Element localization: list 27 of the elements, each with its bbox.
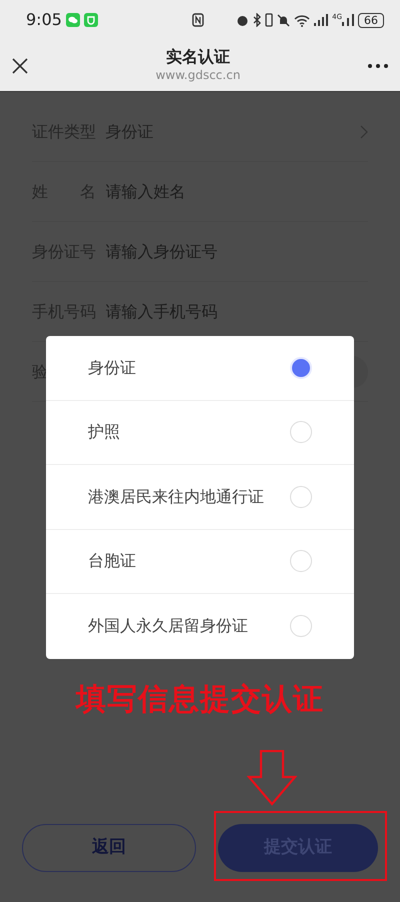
more-icon[interactable] (368, 64, 388, 68)
option-label[interactable]: 护照 (88, 420, 120, 444)
chat-app-icon (66, 13, 80, 27)
radio-button[interactable] (290, 550, 312, 572)
radio-button[interactable] (290, 486, 312, 508)
page-url: www.gdscc.cn (156, 67, 240, 84)
close-icon[interactable] (12, 58, 28, 74)
nfc-icon (192, 13, 204, 27)
option-label[interactable]: 身份证 (88, 356, 136, 380)
signal-icon (314, 14, 328, 26)
battery-level: 66 (358, 12, 384, 28)
signal-icon (342, 14, 354, 26)
mute-bell-icon (277, 14, 290, 26)
option-label[interactable]: 港澳居民来往内地通行证 (88, 484, 264, 509)
option-label[interactable]: 台胞证 (88, 549, 136, 574)
wifi-icon (294, 14, 310, 26)
down-arrow-icon (247, 750, 297, 806)
annotation-text: 填写信息提交认证 (74, 681, 325, 719)
radio-button[interactable] (290, 421, 312, 444)
chevron-right-icon (360, 124, 368, 138)
status-time: 9:05 (26, 9, 62, 31)
radio-button[interactable] (290, 615, 312, 638)
option-label[interactable]: 外国人永久居留身份证 (88, 614, 248, 638)
shield-app-icon (84, 13, 98, 27)
page-title: 实名认证 (166, 46, 230, 66)
bluetooth-icon (253, 13, 262, 27)
radio-button[interactable] (290, 356, 312, 379)
